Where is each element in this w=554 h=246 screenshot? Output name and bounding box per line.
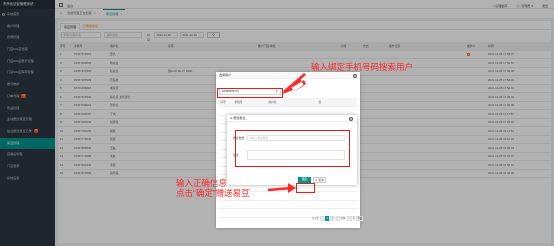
goto-page-input[interactable]: 1 (346, 216, 352, 221)
prev-page-icon[interactable]: ‹ (319, 216, 324, 221)
goto-label: 到第 (340, 217, 346, 220)
table-cell (317, 200, 357, 209)
table-cell (267, 208, 317, 218)
table-row[interactable] (219, 200, 357, 209)
dialog-title: 选择用户 (216, 72, 360, 79)
user-table-header: 序号 手机号 用户名身 (219, 98, 357, 107)
cancel-button[interactable]: ⊖ 取消 (313, 177, 326, 183)
highlight-confirm-box (296, 183, 315, 193)
column-header: 序号 (219, 98, 233, 107)
dialog-title: ⊕ 赠送易豆 (227, 115, 357, 122)
annotation-top: 输入绑定手机号码搜索用户 (311, 62, 414, 72)
table-cell (317, 191, 357, 201)
confirm-button[interactable]: 确定 (298, 177, 311, 183)
table-cell (267, 200, 317, 209)
annotation-bottom-2: 点击“确定”赠送易豆 (176, 188, 250, 198)
table-cell (317, 106, 357, 116)
close-icon[interactable]: × (349, 116, 353, 121)
table-row[interactable] (219, 106, 357, 116)
table-cell (219, 106, 233, 116)
goto-confirm-button[interactable]: 确定 (356, 216, 364, 221)
table-cell (233, 208, 267, 218)
annotation-bottom-1: 输入正确信息 (176, 178, 228, 188)
close-icon[interactable]: × (353, 73, 357, 78)
page-count: 共1页 (312, 217, 319, 220)
highlight-search-box (217, 88, 283, 98)
table-cell (219, 200, 233, 209)
table-cell (219, 208, 233, 218)
column-header: 身 (317, 98, 357, 107)
highlight-form-box (235, 130, 350, 167)
next-page-icon[interactable]: › (335, 216, 340, 221)
page-label: 页 (352, 217, 356, 220)
column-header: 手机号 (233, 98, 267, 107)
table-cell (267, 106, 317, 116)
table-cell (233, 106, 267, 116)
page-1[interactable]: 1 (325, 216, 330, 221)
table-cell (233, 200, 267, 209)
column-header: 用户名 (267, 98, 317, 107)
pagination: 共1页 ‹ 1 2 › 到第 1 页 确定 (312, 216, 364, 221)
page-2[interactable]: 2 (330, 216, 335, 221)
